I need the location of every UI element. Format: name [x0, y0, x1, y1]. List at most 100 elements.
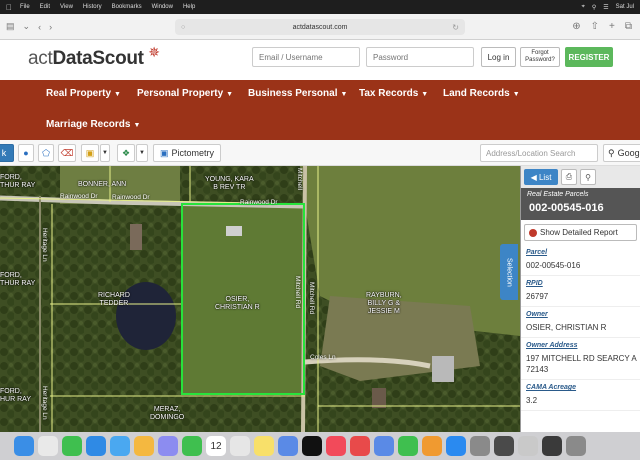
search-icon[interactable]: ⚲ — [592, 4, 596, 11]
site-logo[interactable]: actDataScout ✵ — [28, 44, 160, 70]
apple-icon[interactable]:  — [6, 3, 12, 12]
field-value: 197 MITCHELL RD SEARCY A 72143 — [521, 349, 640, 380]
tabs-icon[interactable]: ⧉ — [625, 21, 632, 32]
caret-down-icon[interactable]: ▼ — [100, 144, 110, 162]
detailed-report-label: Show Detailed Report — [540, 228, 618, 237]
forward-icon[interactable]: › — [49, 22, 52, 32]
nav-label: Tax Records — [359, 88, 419, 99]
dock: 12 — [0, 432, 640, 460]
password-field[interactable] — [366, 47, 474, 67]
preview-icon[interactable] — [518, 436, 538, 456]
launchpad-icon[interactable] — [38, 436, 58, 456]
control-center-icon[interactable]: ☰ — [603, 4, 608, 11]
selection-tab[interactable]: Selection — [500, 244, 518, 300]
numbers-icon[interactable] — [398, 436, 418, 456]
detailed-report-button[interactable]: Show Detailed Report — [524, 224, 637, 241]
shield-icon: ○ — [181, 23, 186, 31]
owner-label: FORD, THUR RAY — [0, 272, 36, 287]
caret-down-icon[interactable]: ▼ — [136, 144, 148, 162]
nav-land-records[interactable]: Land Records ▼ — [443, 88, 520, 99]
caret-down-icon: ▼ — [512, 91, 520, 98]
nav-marriage-records[interactable]: Marriage Records ▼ — [46, 119, 140, 130]
nav-tax-records[interactable]: Tax Records ▼ — [359, 88, 428, 99]
activity-monitor-icon[interactable] — [494, 436, 514, 456]
road-label: Mitchell Rd — [308, 282, 315, 315]
login-button[interactable]: Log in — [481, 47, 516, 67]
pictometry-button[interactable]: ▣ Pictometry — [153, 144, 221, 162]
pages-icon[interactable] — [422, 436, 442, 456]
map-toolbar: k ● ⬠ ⌫ ▣ ▼ ❖ ▼ ▣ Pictometry Address/Loca… — [0, 140, 640, 166]
music-icon[interactable] — [326, 436, 346, 456]
trash-icon[interactable] — [566, 436, 586, 456]
measure-icon[interactable]: ▣ — [81, 144, 99, 162]
menu-file[interactable]: File — [20, 4, 30, 10]
messages-icon[interactable] — [62, 436, 82, 456]
facetime-icon[interactable] — [182, 436, 202, 456]
address-search-input[interactable]: Address/Location Search — [480, 144, 598, 162]
sidebar-icon[interactable]: ▤ — [6, 21, 15, 32]
location-pin-icon[interactable]: ● — [18, 144, 34, 162]
road-label: Rainwood Dr — [112, 194, 150, 201]
list-button[interactable]: ◀ List — [524, 169, 558, 185]
calendar-icon[interactable]: 12 — [206, 436, 226, 456]
nav-label: Land Records — [443, 88, 510, 99]
field-value: 002-00545-016 — [521, 256, 640, 276]
menu-history[interactable]: History — [83, 4, 102, 10]
back-icon[interactable]: ‹ — [38, 22, 41, 32]
news-icon[interactable] — [350, 436, 370, 456]
forgot-password-button[interactable]: Forgot Password? — [520, 47, 560, 67]
pictometry-label: Pictometry — [171, 148, 215, 158]
nav-label: Real Property — [46, 88, 112, 99]
owner-label: MERAZ, DOMINGO — [150, 406, 185, 421]
menubar-clock[interactable]: Sat Jul — [616, 4, 634, 10]
mail-icon[interactable] — [86, 436, 106, 456]
podcasts-icon[interactable] — [158, 436, 178, 456]
road-label: Coles Ln — [310, 354, 336, 361]
calculator-icon[interactable] — [542, 436, 562, 456]
menu-edit[interactable]: Edit — [40, 4, 50, 10]
polygon-tool-icon[interactable]: ⬠ — [38, 144, 54, 162]
finder-icon[interactable] — [14, 436, 34, 456]
google-search-button[interactable]: ⚲ Goog — [603, 144, 640, 162]
browser-toolbar: ▤ ⌄ ‹ › ○ actdatascout.com ↻ ⊕ ⇧ + ⧉ — [0, 14, 640, 40]
new-tab-icon[interactable]: + — [609, 21, 615, 32]
menu-bookmarks[interactable]: Bookmarks — [112, 4, 142, 10]
reload-icon[interactable]: ↻ — [452, 23, 459, 32]
caret-down-icon: ▼ — [114, 91, 121, 98]
nav-personal-property[interactable]: Personal Property ▼ — [137, 88, 233, 99]
notes-icon[interactable] — [254, 436, 274, 456]
road-label: Rainwood Dr — [240, 199, 278, 206]
print-icon[interactable]: ⎙ — [561, 169, 577, 185]
field-value: 26797 — [521, 287, 640, 307]
tab-overview-chevron-icon[interactable]: ⌄ — [23, 21, 31, 32]
wifi-icon[interactable]: ⌖ — [581, 4, 584, 11]
layers-icon[interactable]: ❖ — [117, 144, 135, 162]
contacts-icon[interactable] — [230, 436, 250, 456]
menu-view[interactable]: View — [60, 4, 73, 10]
parcel-map[interactable]: BONNER, ANN YOUNG, KARA B REV TR RICHARD… — [0, 166, 520, 432]
owner-label: RAYBURN, BILLY G & JESSIE M — [366, 292, 402, 315]
eraser-icon[interactable]: ⌫ — [58, 144, 76, 162]
keynote-icon[interactable] — [374, 436, 394, 456]
menu-help[interactable]: Help — [183, 4, 195, 10]
settings-icon[interactable] — [470, 436, 490, 456]
download-icon[interactable]: ⊕ — [572, 21, 580, 32]
toolbar-partial-button[interactable]: k — [0, 144, 14, 162]
nav-business-personal[interactable]: Business Personal ▼ — [248, 88, 347, 99]
app-store-icon[interactable] — [446, 436, 466, 456]
register-button[interactable]: REGISTER — [565, 47, 613, 67]
email-field[interactable] — [252, 47, 360, 67]
safari-icon[interactable] — [110, 436, 130, 456]
zoom-icon[interactable]: ⚲ — [580, 169, 596, 185]
share-icon[interactable]: ⇧ — [591, 21, 599, 32]
tv-icon[interactable] — [302, 436, 322, 456]
road-label: Heritage Ln — [41, 386, 48, 420]
menu-window[interactable]: Window — [152, 4, 173, 10]
freeform-icon[interactable] — [278, 436, 298, 456]
report-icon — [529, 228, 537, 237]
photos-icon[interactable] — [134, 436, 154, 456]
nav-real-property[interactable]: Real Property ▼ — [46, 88, 121, 99]
address-bar[interactable]: ○ actdatascout.com ↻ — [175, 19, 465, 35]
field-value: OSIER, CHRISTIAN R — [521, 318, 640, 338]
logo-burst-icon: ✵ — [148, 44, 160, 60]
